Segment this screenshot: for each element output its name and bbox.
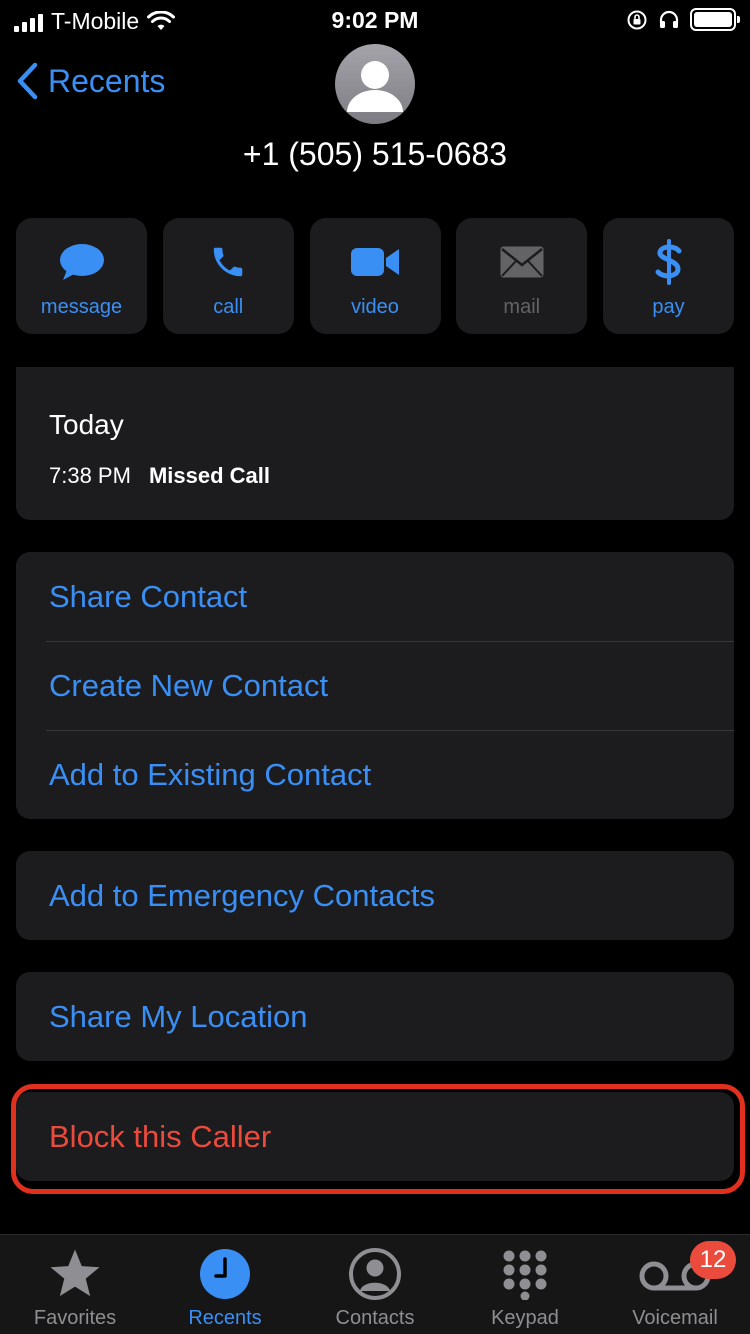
call-history-row: 7:38 PM Missed Call	[49, 463, 270, 489]
call-time: 7:38 PM	[49, 463, 131, 488]
tab-favorites[interactable]: Favorites	[0, 1235, 150, 1334]
chevron-left-icon	[17, 62, 38, 100]
keypad-icon	[503, 1250, 547, 1300]
tab-voicemail-label: Voicemail	[632, 1307, 718, 1329]
tab-keypad[interactable]: Keypad	[450, 1235, 600, 1334]
tab-keypad-label: Keypad	[491, 1307, 559, 1329]
mail-label: mail	[503, 296, 541, 318]
message-label: message	[40, 296, 123, 318]
person-silhouette-icon	[347, 61, 403, 112]
highlight-annotation	[11, 1084, 745, 1194]
create-new-contact-button[interactable]: Create New Contact	[16, 641, 734, 730]
tab-bar: Favorites Recents Contacts Keypad Voicem…	[0, 1234, 750, 1334]
person-circle-icon	[349, 1248, 401, 1300]
mail-button[interactable]: mail	[456, 218, 588, 334]
envelope-icon	[500, 246, 544, 278]
add-to-existing-contact-button[interactable]: Add to Existing Contact	[16, 730, 734, 819]
call-history-card: Today 7:38 PM Missed Call	[16, 367, 734, 520]
phone-number: +1 (505) 515-0683	[242, 136, 508, 172]
voicemail-badge: 12	[690, 1241, 736, 1279]
tab-recents[interactable]: Recents	[150, 1235, 300, 1334]
tab-contacts[interactable]: Contacts	[300, 1235, 450, 1334]
message-bubble-icon	[59, 244, 104, 280]
call-button[interactable]: call	[162, 218, 294, 334]
location-group: Share My Location	[16, 972, 734, 1061]
message-button[interactable]: message	[16, 218, 147, 334]
add-to-emergency-contacts-button[interactable]: Add to Emergency Contacts	[16, 851, 734, 940]
clock-icon	[200, 1249, 250, 1299]
contact-options-group: Share Contact Create New Contact Add to …	[16, 552, 734, 819]
emergency-group: Add to Emergency Contacts	[16, 851, 734, 940]
pay-button[interactable]: pay	[603, 218, 734, 334]
tab-recents-label: Recents	[188, 1307, 262, 1329]
star-icon	[50, 1249, 100, 1297]
video-label: video	[351, 296, 399, 318]
history-day: Today	[49, 409, 124, 440]
battery-icon	[690, 8, 740, 31]
orientation-lock-icon	[627, 10, 647, 29]
avatar	[335, 44, 415, 124]
back-button[interactable]: Recents	[16, 62, 165, 100]
call-type: Missed Call	[148, 463, 270, 488]
tab-contacts-label: Contacts	[335, 1307, 415, 1329]
tab-favorites-label: Favorites	[33, 1307, 117, 1329]
headphones-icon	[659, 10, 679, 28]
call-label: call	[213, 296, 244, 318]
share-contact-button[interactable]: Share Contact	[16, 552, 734, 641]
action-buttons: message call video mail pay	[16, 218, 734, 334]
pay-label: pay	[652, 296, 685, 318]
video-button[interactable]: video	[309, 218, 441, 334]
status-bar: T-Mobile 9:02 PM	[0, 0, 750, 40]
phone-icon	[214, 247, 243, 277]
dollar-icon	[655, 239, 681, 285]
tab-voicemail[interactable]: Voicemail 12	[600, 1235, 750, 1334]
back-label: Recents	[48, 62, 166, 99]
share-my-location-button[interactable]: Share My Location	[16, 972, 734, 1061]
video-camera-icon	[351, 248, 399, 276]
